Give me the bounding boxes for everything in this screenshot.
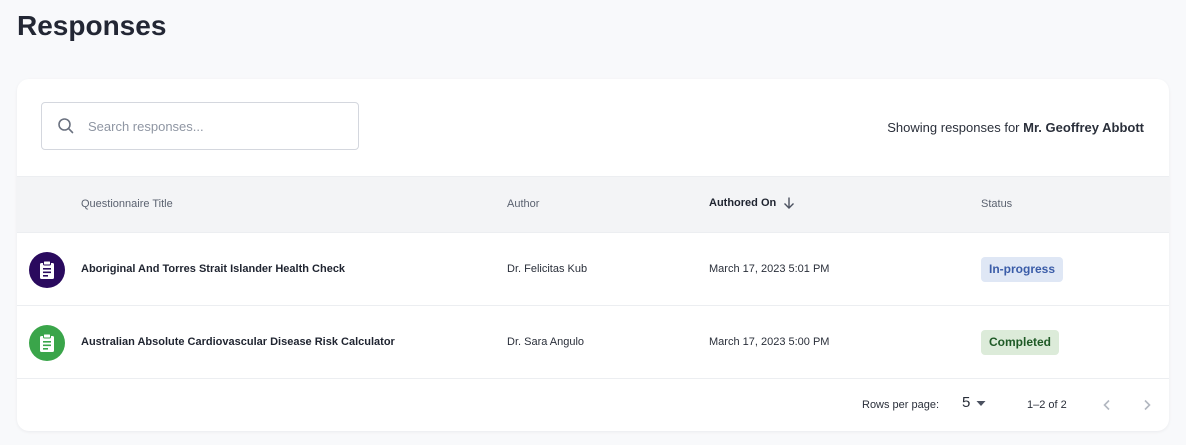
showing-responses-text: Showing responses for Mr. Geoffrey Abbot… — [887, 120, 1144, 135]
clipboard-icon — [29, 325, 65, 361]
table-row[interactable]: Aboriginal And Torres Strait Islander He… — [17, 233, 1169, 306]
patient-name: Mr. Geoffrey Abbott — [1023, 120, 1144, 135]
chevron-left-icon — [1103, 399, 1110, 411]
authored-on-label: Authored On — [709, 197, 777, 209]
column-header-authored-on[interactable]: Authored On — [709, 196, 796, 210]
column-header-title[interactable]: Questionnaire Title — [81, 198, 173, 210]
authored-on-date: March 17, 2023 5:01 PM — [709, 263, 830, 275]
questionnaire-title: Australian Absolute Cardiovascular Disea… — [81, 336, 395, 348]
showing-prefix: Showing responses for — [887, 120, 1020, 135]
pagination: Rows per page: 5 1–2 of 2 — [17, 379, 1169, 431]
clipboard-icon — [29, 252, 65, 288]
sort-descending-icon[interactable] — [782, 196, 796, 210]
rows-per-page-value: 5 — [962, 394, 971, 411]
search-box[interactable] — [41, 102, 359, 150]
rows-per-page-select[interactable]: 5 — [962, 394, 988, 411]
table-header: Questionnaire Title Author Authored On S… — [17, 176, 1169, 233]
questionnaire-title: Aboriginal And Torres Strait Islander He… — [81, 263, 346, 275]
page-title: Responses — [17, 10, 167, 41]
next-page-button[interactable] — [1137, 395, 1157, 415]
search-icon — [56, 116, 76, 136]
table-row[interactable]: Australian Absolute Cardiovascular Disea… — [17, 306, 1169, 379]
author-name: Dr. Felicitas Kub — [507, 263, 588, 275]
column-header-author[interactable]: Author — [507, 198, 539, 210]
chevron-right-icon — [1144, 399, 1151, 411]
authored-on-date: March 17, 2023 5:00 PM — [709, 336, 830, 348]
status-badge: Completed — [981, 330, 1060, 355]
search-input[interactable] — [86, 117, 330, 135]
column-header-status[interactable]: Status — [981, 198, 1012, 210]
caret-down-icon — [976, 400, 986, 406]
previous-page-button[interactable] — [1097, 395, 1117, 415]
rows-per-page-label: Rows per page: — [862, 399, 940, 411]
status-badge: In-progress — [981, 257, 1064, 282]
author-name: Dr. Sara Angulo — [507, 336, 585, 348]
responses-card: Showing responses for Mr. Geoffrey Abbot… — [17, 79, 1169, 431]
pagination-range: 1–2 of 2 — [1027, 399, 1067, 411]
